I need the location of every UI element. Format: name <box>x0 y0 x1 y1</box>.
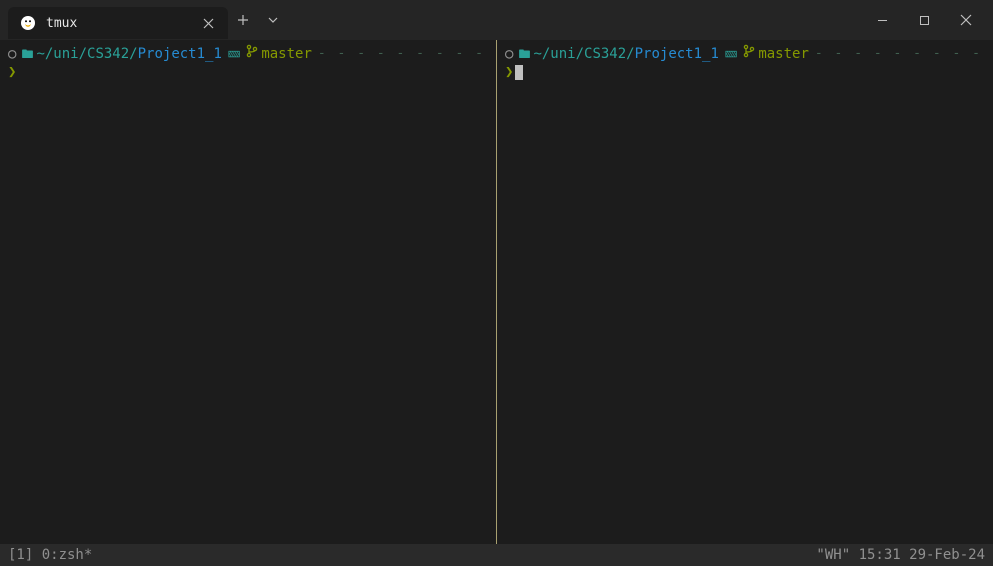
path-project: Project1_1 <box>138 45 222 63</box>
path-prefix: ~/uni/CS342/ <box>36 45 137 63</box>
tab-dropdown-button[interactable] <box>258 5 288 35</box>
tab[interactable]: tmux <box>8 7 228 39</box>
window-controls <box>861 5 987 35</box>
status-left: [1] 0:zsh* <box>8 547 92 563</box>
arrow-icon: ○ <box>8 45 16 63</box>
git-branch-icon <box>246 44 258 63</box>
prompt-input-line: ❯ <box>8 63 488 81</box>
titlebar: tmux <box>0 0 993 40</box>
tmux-status-bar: [1] 0:zsh* "WH" 15:31 29-Feb-24 <box>0 544 993 566</box>
prompt-fill: - - - - - - - - - - - - - - - - - - - - … <box>815 45 985 63</box>
prompt-symbol: ❯ <box>8 63 16 81</box>
git-branch-icon <box>743 44 755 63</box>
prompt-symbol: ❯ <box>505 63 513 81</box>
tmux-pane-right[interactable]: ○ 🖿 ~/uni/CS342/Project1_1 🝙 master - - … <box>497 40 993 544</box>
close-window-button[interactable] <box>945 5 987 35</box>
prompt-line: ○ 🖿 ~/uni/CS342/Project1_1 🝙 master - - … <box>8 44 488 63</box>
maximize-button[interactable] <box>903 5 945 35</box>
status-right: "WH" 15:31 29-Feb-24 <box>816 547 985 563</box>
path-prefix: ~/uni/CS342/ <box>533 45 634 63</box>
tab-title: tmux <box>46 16 188 31</box>
new-tab-button[interactable] <box>228 5 258 35</box>
git-branch: master <box>261 45 312 63</box>
tmux-pane-left[interactable]: ○ 🖿 ~/uni/CS342/Project1_1 🝙 master - - … <box>0 40 496 544</box>
prompt-fill: - - - - - - - - - - - - - - - - - - - - … <box>318 45 488 63</box>
link-icon: 🝙 <box>725 45 737 63</box>
folder-icon: 🖿 <box>21 45 33 63</box>
link-icon: 🝙 <box>228 45 240 63</box>
linux-icon <box>20 15 36 31</box>
arrow-icon: ○ <box>505 45 513 63</box>
folder-icon: 🖿 <box>518 45 530 63</box>
prompt-line: ○ 🖿 ~/uni/CS342/Project1_1 🝙 master - - … <box>505 44 985 63</box>
git-branch: master <box>758 45 809 63</box>
prompt-input-line: ❯ <box>505 63 985 81</box>
terminal-area: ○ 🖿 ~/uni/CS342/Project1_1 🝙 master - - … <box>0 40 993 544</box>
cursor <box>515 65 523 80</box>
close-icon[interactable] <box>198 13 218 33</box>
path-project: Project1_1 <box>635 45 719 63</box>
minimize-button[interactable] <box>861 5 903 35</box>
